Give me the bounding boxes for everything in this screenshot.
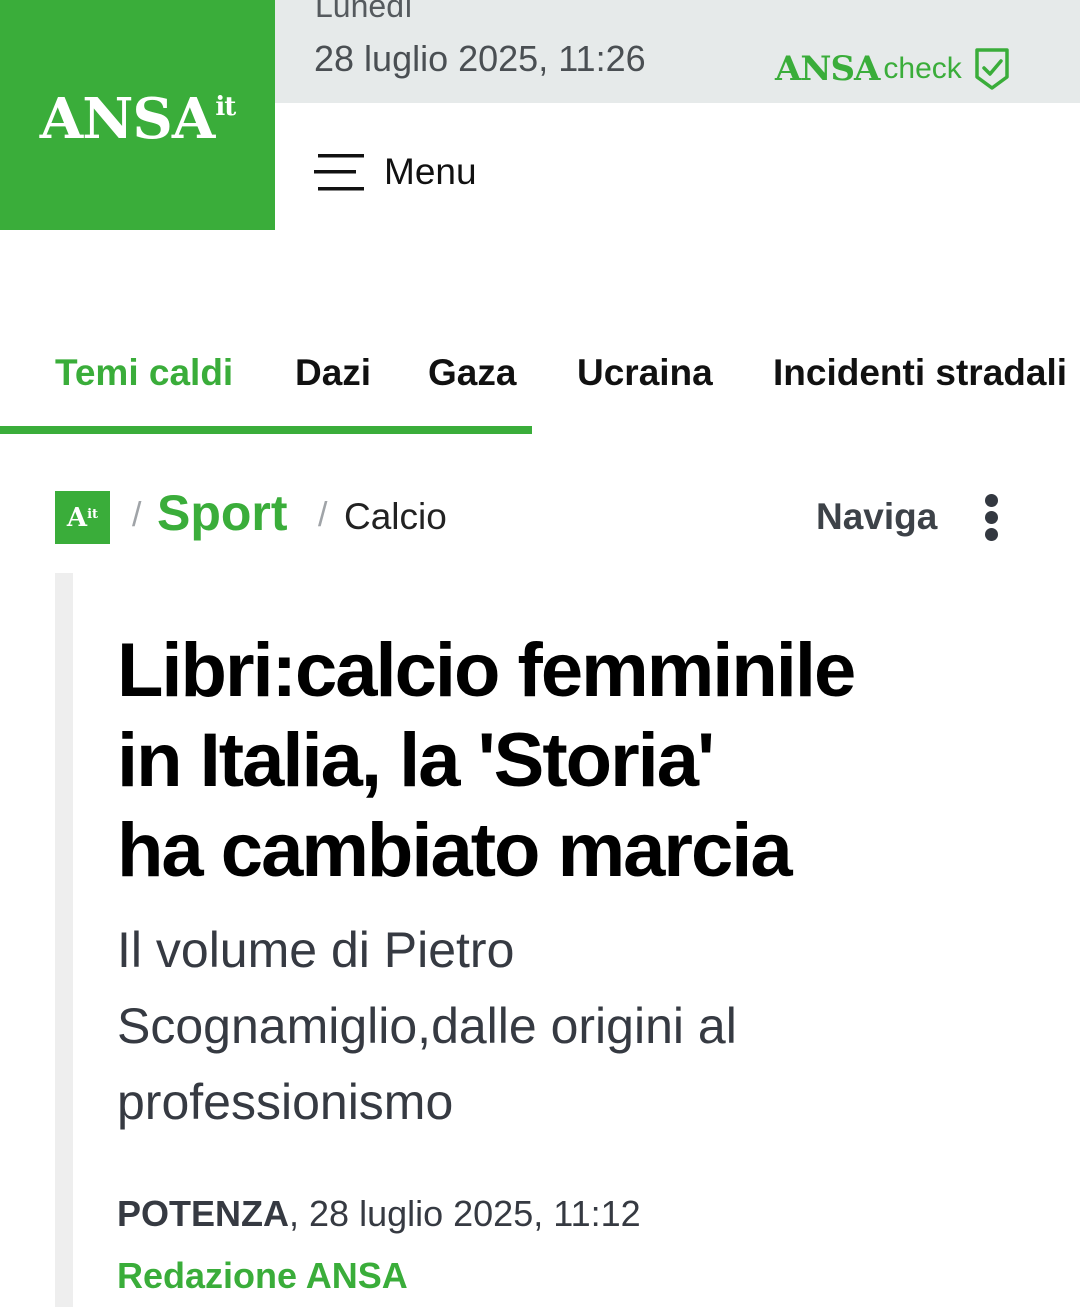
breadcrumb: A it / Sport / Calcio Naviga bbox=[0, 484, 1080, 550]
subhead-line: professionismo bbox=[117, 1074, 454, 1130]
dateline-date: , 28 luglio 2025, 11:12 bbox=[289, 1193, 641, 1234]
dateline-city: POTENZA bbox=[117, 1193, 290, 1234]
date-day: Lunedì bbox=[315, 0, 413, 24]
menu-button[interactable]: Menu bbox=[314, 150, 477, 194]
date-bar: Lunedì 28 luglio 2025, 11:26 ANSA check bbox=[275, 0, 1080, 103]
menu-label: Menu bbox=[384, 151, 477, 192]
headline-line: in Italia, la 'Storia' bbox=[117, 718, 715, 803]
hot-topics-bar: Temi caldi Dazi Gaza Ucraina Incidenti s… bbox=[0, 340, 1080, 436]
home-badge[interactable]: A it bbox=[55, 491, 110, 544]
article-rail bbox=[55, 573, 73, 1307]
headline-line: Libri:calcio femminile bbox=[117, 628, 856, 713]
kebab-icon[interactable] bbox=[982, 494, 1002, 541]
site-header: ANSA it Lunedì 28 luglio 2025, 11:26 ANS… bbox=[0, 0, 1080, 230]
topic-incidenti-stradali[interactable]: Incidenti stradali bbox=[773, 352, 1067, 394]
home-badge-main: A bbox=[66, 502, 88, 533]
ansa-check-label: check bbox=[883, 52, 962, 85]
topic-temi-caldi[interactable]: Temi caldi bbox=[55, 352, 233, 394]
headline-line: ha cambiato marcia bbox=[117, 808, 793, 893]
date-full: 28 luglio 2025, 11:26 bbox=[314, 38, 646, 79]
subhead-line: Scognamiglio,dalle origini al bbox=[117, 998, 737, 1054]
hamburger-icon bbox=[314, 154, 364, 191]
article-dateline: POTENZA, 28 luglio 2025, 11:12 bbox=[117, 1193, 641, 1235]
logo-main: ANSA bbox=[39, 86, 216, 152]
shield-check-icon bbox=[975, 48, 1009, 90]
breadcrumb-subsection[interactable]: Calcio bbox=[344, 496, 447, 538]
home-badge-suffix: it bbox=[87, 507, 99, 522]
article-headline: Libri:calcio femminile in Italia, la 'St… bbox=[117, 626, 1017, 896]
topics-scroll-indicator bbox=[0, 426, 532, 434]
topic-dazi[interactable]: Dazi bbox=[295, 352, 371, 394]
breadcrumb-separator: / bbox=[132, 496, 142, 534]
topic-ucraina[interactable]: Ucraina bbox=[577, 352, 713, 394]
breadcrumb-section[interactable]: Sport bbox=[157, 484, 288, 542]
logo-suffix: it bbox=[215, 92, 236, 122]
ansa-check-link[interactable]: ANSA check bbox=[775, 47, 1010, 91]
subhead-line: Il volume di Pietro bbox=[117, 922, 515, 978]
topic-gaza[interactable]: Gaza bbox=[428, 352, 516, 394]
article-subhead: Il volume di Pietro Scognamiglio,dalle o… bbox=[117, 912, 937, 1140]
ansa-check-brand: ANSA bbox=[775, 49, 880, 89]
ansa-logo[interactable]: ANSA it bbox=[0, 0, 275, 230]
navigate-button[interactable]: Naviga bbox=[816, 496, 937, 538]
breadcrumb-separator: / bbox=[318, 496, 328, 534]
article-byline[interactable]: Redazione ANSA bbox=[117, 1255, 408, 1297]
